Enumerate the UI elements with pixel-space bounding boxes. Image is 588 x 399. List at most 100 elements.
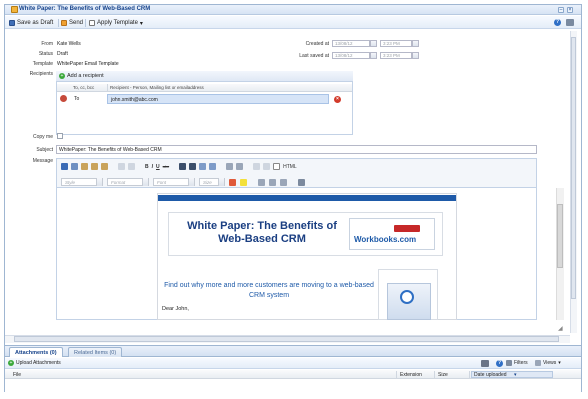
floppy-disk-icon	[9, 20, 15, 26]
cut-icon[interactable]	[61, 163, 68, 170]
column-header-size[interactable]: Size	[438, 372, 448, 378]
numbered-list-icon[interactable]	[226, 163, 234, 170]
chevron-down-icon[interactable]	[412, 40, 419, 47]
apply-template-button[interactable]: Apply Template ▾	[89, 19, 143, 27]
table-row[interactable]: To john.smith@abc.com ×	[57, 93, 352, 105]
minimize-button[interactable]: –	[558, 7, 564, 13]
views-button[interactable]: Views ▾	[535, 360, 561, 366]
find-icon[interactable]	[179, 163, 187, 170]
status-value: Draft	[57, 51, 68, 57]
logo-text: Workbooks.com	[354, 235, 417, 244]
help-icon[interactable]: ?	[554, 19, 561, 26]
attachments-toolbar: + Upload Attachments ? Filters Views ▾	[5, 358, 581, 369]
send-mail-icon	[61, 20, 67, 26]
filters-button[interactable]: Filters	[506, 360, 528, 366]
column-header-type[interactable]: To, cc, bcc	[73, 85, 94, 90]
send-button[interactable]: Send	[61, 19, 83, 27]
filter-icon	[506, 360, 512, 366]
created-at-date-field[interactable]: 13/08/12	[332, 40, 370, 47]
image-icon[interactable]	[199, 163, 207, 170]
column-header-date-uploaded-sorted[interactable]: Date uploaded ▾	[471, 371, 553, 378]
strike-button[interactable]: abc	[163, 164, 169, 169]
align-right-icon[interactable]	[280, 178, 287, 186]
last-saved-date-field[interactable]: 13/08/12	[332, 52, 370, 59]
status-label: Status	[38, 51, 53, 57]
column-header-file[interactable]: File	[13, 372, 21, 378]
align-center-icon[interactable]	[269, 178, 276, 186]
link-icon[interactable]	[253, 163, 261, 170]
form-vertical-scrollbar-thumb[interactable]	[571, 37, 576, 299]
help-icon[interactable]: ?	[496, 360, 503, 367]
column-divider	[469, 371, 470, 379]
form-horizontal-scrollbar-thumb[interactable]	[14, 336, 559, 342]
copy-me-label: Copy me	[32, 134, 53, 140]
main-toolbar: Save as Draft Send Apply Template ▾ ?	[5, 16, 581, 29]
resize-grip-icon[interactable]: ◢	[558, 325, 563, 332]
close-button[interactable]: ×	[567, 7, 573, 13]
add-recipient-label: Add a recipient	[67, 73, 104, 79]
remove-recipient-icon[interactable]: ×	[334, 96, 341, 103]
column-header-recipient[interactable]: Recipient - Person, Mailing list or emai…	[110, 85, 204, 90]
add-icon: +	[59, 73, 65, 79]
recipient-address-cell[interactable]: john.smith@abc.com	[107, 94, 329, 104]
subject-input[interactable]: WhitePaper: The Benefits of Web-Based CR…	[56, 145, 537, 154]
views-icon	[535, 360, 541, 366]
save-draft-label: Save as Draft	[17, 20, 54, 26]
eraser-icon[interactable]	[298, 178, 305, 186]
tab-attachments[interactable]: Attachments (0)	[9, 347, 63, 357]
undo-icon[interactable]	[118, 163, 125, 170]
font-combo-value: Font	[157, 180, 167, 185]
copy-icon[interactable]	[71, 163, 78, 170]
editor-toolbar: B I U abc HTML Style Format Font Size	[56, 158, 537, 188]
editor-toolbar-row-2: Style Format Font Size	[61, 178, 305, 186]
tab-related-items[interactable]: Related Items (0)	[68, 347, 123, 357]
paste-word-icon[interactable]	[101, 163, 108, 170]
italic-button[interactable]: I	[152, 164, 153, 170]
source-html-icon[interactable]	[273, 163, 281, 170]
editor-toolbar-row-1: B I U abc HTML	[61, 163, 297, 170]
recipient-type[interactable]: To	[74, 96, 79, 102]
settings-gear-icon[interactable]	[566, 19, 574, 26]
format-combo[interactable]: Format	[107, 178, 149, 186]
chevron-down-icon[interactable]	[412, 52, 419, 59]
upload-attachments-button[interactable]: + Upload Attachments	[8, 360, 61, 366]
background-color-icon[interactable]	[240, 178, 247, 186]
person-icon	[60, 95, 67, 102]
column-header-date-uploaded: Date uploaded	[474, 372, 507, 378]
send-label: Send	[69, 20, 84, 26]
editor-scrollbar-thumb[interactable]	[557, 204, 563, 268]
created-at-label: Created at	[305, 41, 329, 47]
paste-icon[interactable]	[81, 163, 88, 170]
style-combo[interactable]: Style	[61, 178, 103, 186]
save-draft-button[interactable]: Save as Draft	[9, 19, 53, 27]
align-left-icon[interactable]	[258, 178, 265, 186]
redo-icon[interactable]	[128, 163, 135, 170]
bold-button[interactable]: B	[145, 164, 149, 170]
promo-image	[387, 283, 431, 320]
last-saved-time-field[interactable]: 3:23 PM	[380, 52, 412, 59]
add-recipient-button[interactable]: + Add a recipient	[59, 73, 104, 79]
copy-me-checkbox[interactable]	[57, 133, 63, 139]
apply-template-label: Apply Template	[97, 20, 138, 26]
font-combo[interactable]: Font	[153, 178, 195, 186]
created-at-time-field[interactable]: 3:23 PM	[380, 40, 412, 47]
views-label: Views	[543, 360, 557, 366]
text-color-icon[interactable]	[229, 178, 236, 186]
unlink-icon[interactable]	[263, 163, 271, 170]
template-value: WhitePaper Email Template	[57, 61, 119, 67]
from-value: Kate Wells	[57, 41, 81, 47]
chevron-down-icon: ▾	[139, 20, 143, 27]
calendar-icon[interactable]	[370, 52, 377, 59]
bullet-list-icon[interactable]	[236, 163, 244, 170]
chevron-down-icon	[96, 178, 102, 186]
table-icon[interactable]	[209, 163, 217, 170]
print-icon[interactable]	[481, 360, 489, 367]
column-header-extension[interactable]: Extension	[400, 372, 422, 378]
size-combo[interactable]: Size	[199, 178, 225, 186]
html-button[interactable]: HTML	[283, 164, 297, 170]
recipients-label: Recipients	[29, 71, 53, 77]
calendar-icon[interactable]	[370, 40, 377, 47]
paste-text-icon[interactable]	[91, 163, 98, 170]
replace-icon[interactable]	[189, 163, 197, 170]
underline-button[interactable]: U	[156, 164, 160, 170]
